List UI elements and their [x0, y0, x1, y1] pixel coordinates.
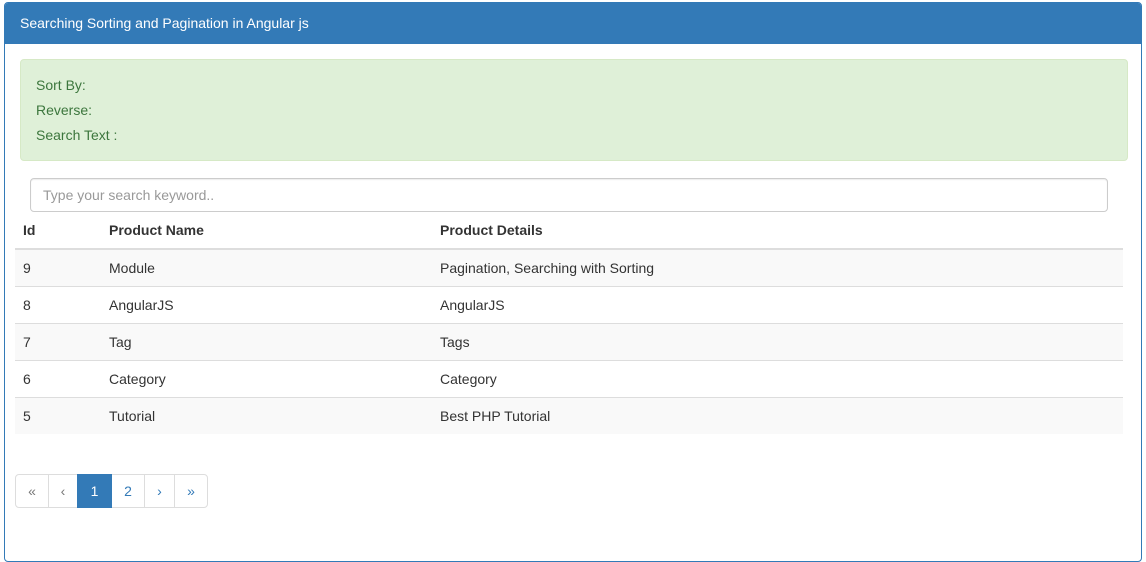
search-text-label: Search Text : — [36, 127, 118, 143]
page-2-button[interactable]: 2 — [111, 474, 145, 508]
table-row: 7 Tag Tags — [15, 322, 1123, 360]
cell-id: 6 — [15, 359, 101, 397]
products-table: Id Product Name Product Details 9 Module… — [15, 212, 1123, 434]
cell-id: 8 — [15, 285, 101, 323]
cell-product-name: Category — [101, 359, 432, 397]
cell-product-details: Pagination, Searching with Sorting — [432, 248, 1123, 286]
last-page-button[interactable]: » — [174, 474, 208, 508]
cell-product-details: Category — [432, 359, 1123, 397]
search-wrapper — [30, 178, 1108, 212]
cell-id: 7 — [15, 322, 101, 360]
first-page-button[interactable]: « — [15, 474, 49, 508]
column-header-product-details[interactable]: Product Details — [432, 212, 1123, 250]
table-header-row: Id Product Name Product Details — [15, 212, 1123, 250]
pagination: « ‹ 1 2 › » — [15, 474, 208, 508]
cell-product-name: Tag — [101, 322, 432, 360]
table-row: 9 Module Pagination, Searching with Sort… — [15, 248, 1123, 286]
column-header-product-name[interactable]: Product Name — [101, 212, 432, 250]
table-row: 6 Category Category — [15, 359, 1123, 397]
cell-product-details: Tags — [432, 322, 1123, 360]
reverse-label: Reverse: — [36, 102, 93, 118]
page-1-button[interactable]: 1 — [77, 474, 112, 508]
sort-by-label: Sort By: — [36, 77, 86, 93]
next-page-button[interactable]: › — [144, 474, 175, 508]
cell-product-name: AngularJS — [101, 285, 432, 323]
cell-id: 9 — [15, 248, 101, 286]
prev-page-button[interactable]: ‹ — [48, 474, 78, 508]
status-alert: Sort By: Reverse: Search Text : — [20, 59, 1128, 161]
table-row: 5 Tutorial Best PHP Tutorial — [15, 396, 1123, 434]
cell-id: 5 — [15, 396, 101, 434]
cell-product-details: AngularJS — [432, 285, 1123, 323]
cell-product-name: Tutorial — [101, 396, 432, 434]
cell-product-details: Best PHP Tutorial — [432, 396, 1123, 434]
cell-product-name: Module — [101, 248, 432, 286]
search-input[interactable] — [30, 178, 1108, 212]
column-header-id[interactable]: Id — [15, 212, 101, 250]
table-row: 8 AngularJS AngularJS — [15, 285, 1123, 323]
panel-title: Searching Sorting and Pagination in Angu… — [5, 3, 1141, 44]
